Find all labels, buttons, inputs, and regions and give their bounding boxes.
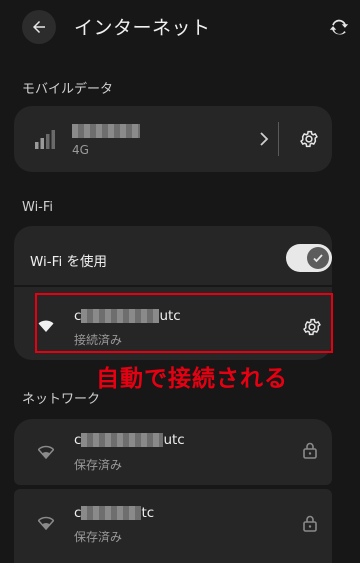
network-reset-icon — [329, 19, 349, 35]
page-title: インターネット — [74, 17, 211, 39]
annotation-text: 自動で接続される — [96, 366, 288, 392]
wifi-card-divider — [14, 285, 332, 287]
section-label-mobile-data: モバイルデータ — [22, 82, 114, 97]
section-label-wifi: Wi-Fi — [22, 200, 54, 215]
lock-icon — [303, 515, 317, 532]
lock-icon — [303, 442, 317, 459]
saved-network-status: 保存済み — [74, 458, 123, 472]
wifi-icon — [37, 515, 55, 534]
mobile-data-card[interactable]: 4G — [14, 106, 332, 172]
divider — [278, 122, 279, 156]
gear-icon[interactable] — [299, 129, 319, 149]
saved-network-name: c utc — [74, 432, 185, 448]
saved-network-status: 保存済み — [74, 530, 123, 544]
chevron-right-icon[interactable] — [257, 131, 271, 147]
redacted-ssid — [81, 433, 164, 447]
network-type: 4G — [72, 143, 89, 157]
highlight-box — [35, 293, 333, 353]
saved-network-item[interactable] — [14, 419, 332, 485]
wifi-toggle[interactable] — [286, 244, 332, 272]
network-reset-button[interactable] — [326, 14, 352, 40]
saved-network-item[interactable] — [14, 489, 332, 563]
carrier-name — [72, 123, 140, 138]
section-label-networks: ネットワーク — [22, 392, 101, 407]
wifi-icon — [37, 444, 55, 463]
use-wifi-label: Wi-Fi を使用 — [30, 254, 107, 270]
arrow-left-icon — [33, 21, 45, 33]
redacted-ssid — [81, 506, 142, 520]
signal-bars-icon — [35, 130, 55, 149]
saved-network-name: c tc — [74, 505, 155, 521]
toggle-knob — [307, 247, 329, 269]
check-icon — [313, 254, 323, 263]
back-button[interactable] — [22, 10, 56, 44]
